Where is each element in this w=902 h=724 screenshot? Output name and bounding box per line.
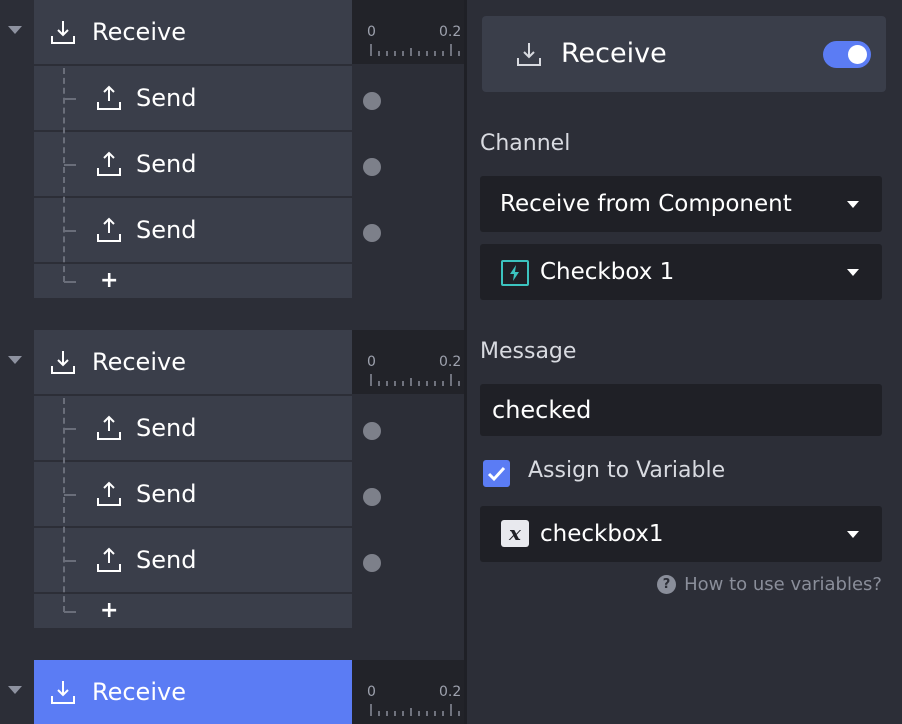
time-ruler: 0 0.2 bbox=[352, 660, 464, 724]
receive-row[interactable]: Receive bbox=[34, 330, 352, 394]
tree-connector bbox=[64, 560, 76, 562]
upload-icon bbox=[97, 217, 121, 242]
receive-label: Receive bbox=[92, 18, 186, 46]
app-root: Receive Send Send Send + Receive Send Se… bbox=[0, 0, 902, 724]
timeline-rows: Receive Send Send Send + Receive Send Se… bbox=[34, 0, 352, 724]
enable-toggle[interactable] bbox=[823, 41, 871, 68]
ruler-ticks bbox=[370, 374, 460, 386]
ruler-ticks bbox=[370, 704, 460, 716]
component-icon bbox=[501, 260, 529, 286]
checkmark-icon bbox=[487, 466, 506, 482]
send-row[interactable]: Send bbox=[34, 396, 352, 460]
send-row[interactable]: Send bbox=[34, 462, 352, 526]
timeline-gutter bbox=[0, 0, 34, 724]
dropdown-arrow-icon bbox=[847, 269, 859, 276]
download-icon bbox=[51, 681, 75, 704]
add-send-row[interactable]: + bbox=[34, 594, 352, 628]
properties-panel: Receive Channel Receive from Component C… bbox=[467, 0, 902, 724]
ruler-ticks bbox=[370, 44, 460, 56]
download-icon bbox=[517, 43, 541, 66]
panel-header: Receive bbox=[482, 16, 886, 92]
keyframe-dot[interactable] bbox=[363, 554, 381, 572]
tree-connector bbox=[64, 494, 76, 496]
keyframe-dot[interactable] bbox=[363, 158, 381, 176]
add-send-button[interactable]: + bbox=[100, 594, 118, 628]
time-ruler: 0 0.2 bbox=[352, 330, 464, 394]
ruler-tick-label: 0 bbox=[367, 354, 376, 370]
keyframe-dot[interactable] bbox=[363, 92, 381, 110]
tree-connector bbox=[64, 281, 76, 283]
tree-connector bbox=[63, 398, 65, 612]
message-input[interactable]: checked bbox=[480, 384, 882, 436]
variable-value: checkbox1 bbox=[540, 521, 664, 547]
tree-connector bbox=[64, 428, 76, 430]
keyframe-dot[interactable] bbox=[363, 422, 381, 440]
message-label: Message bbox=[480, 339, 577, 364]
ruler-tick-label: 0.2 bbox=[439, 24, 462, 40]
send-row[interactable]: Send bbox=[34, 198, 352, 262]
receive-row[interactable]: Receive bbox=[34, 0, 352, 64]
send-label: Send bbox=[136, 216, 197, 244]
upload-icon bbox=[97, 547, 121, 572]
send-label: Send bbox=[136, 480, 197, 508]
download-icon bbox=[51, 351, 75, 374]
ruler-tick-label: 0 bbox=[367, 24, 376, 40]
receive-row-selected[interactable]: Receive bbox=[34, 660, 352, 724]
tree-connector bbox=[64, 611, 76, 613]
assign-variable-label[interactable]: Assign to Variable bbox=[528, 458, 725, 483]
component-value: Checkbox 1 bbox=[540, 259, 675, 285]
component-select[interactable]: Checkbox 1 bbox=[480, 244, 882, 300]
message-value: checked bbox=[492, 396, 592, 424]
ruler-tick-label: 0.2 bbox=[439, 354, 462, 370]
variable-select[interactable]: x checkbox1 bbox=[480, 506, 882, 562]
panel-title: Receive bbox=[561, 38, 667, 69]
variable-icon: x bbox=[501, 520, 529, 547]
tree-connector bbox=[64, 98, 76, 100]
time-ruler: 0 0.2 bbox=[352, 0, 464, 64]
keyframe-dot[interactable] bbox=[363, 224, 381, 242]
collapse-caret-icon[interactable] bbox=[8, 686, 22, 694]
ruler-tick-label: 0 bbox=[367, 684, 376, 700]
collapse-caret-icon[interactable] bbox=[8, 26, 22, 34]
send-label: Send bbox=[136, 84, 197, 112]
upload-icon bbox=[97, 481, 121, 506]
toggle-knob bbox=[848, 45, 867, 64]
channel-source-value: Receive from Component bbox=[500, 191, 792, 217]
receive-label: Receive bbox=[92, 678, 186, 706]
ruler-tick-label: 0.2 bbox=[439, 684, 462, 700]
dropdown-arrow-icon bbox=[847, 531, 859, 538]
send-row[interactable]: Send bbox=[34, 66, 352, 130]
tree-connector bbox=[64, 230, 76, 232]
collapse-caret-icon[interactable] bbox=[8, 356, 22, 364]
keyframe-dot[interactable] bbox=[363, 488, 381, 506]
lightning-icon bbox=[510, 265, 519, 281]
dropdown-arrow-icon bbox=[847, 201, 859, 208]
add-send-row[interactable]: + bbox=[34, 264, 352, 298]
send-row[interactable]: Send bbox=[34, 132, 352, 196]
tree-connector bbox=[63, 68, 65, 282]
channel-label: Channel bbox=[480, 131, 571, 156]
help-link-text[interactable]: How to use variables? bbox=[684, 574, 882, 595]
timeline-track: 0 0.2 0 0.2 0 0.2 bbox=[352, 0, 464, 724]
send-label: Send bbox=[136, 414, 197, 442]
add-send-button[interactable]: + bbox=[100, 264, 118, 298]
receive-label: Receive bbox=[92, 348, 186, 376]
send-row[interactable]: Send bbox=[34, 528, 352, 592]
send-label: Send bbox=[136, 546, 197, 574]
help-link[interactable]: ? How to use variables? bbox=[657, 574, 882, 595]
channel-source-select[interactable]: Receive from Component bbox=[480, 176, 882, 232]
download-icon bbox=[51, 21, 75, 44]
upload-icon bbox=[97, 85, 121, 110]
upload-icon bbox=[97, 151, 121, 176]
assign-variable-checkbox[interactable] bbox=[483, 460, 510, 487]
help-question-icon: ? bbox=[657, 575, 677, 594]
send-label: Send bbox=[136, 150, 197, 178]
upload-icon bbox=[97, 415, 121, 440]
tree-connector bbox=[64, 164, 76, 166]
